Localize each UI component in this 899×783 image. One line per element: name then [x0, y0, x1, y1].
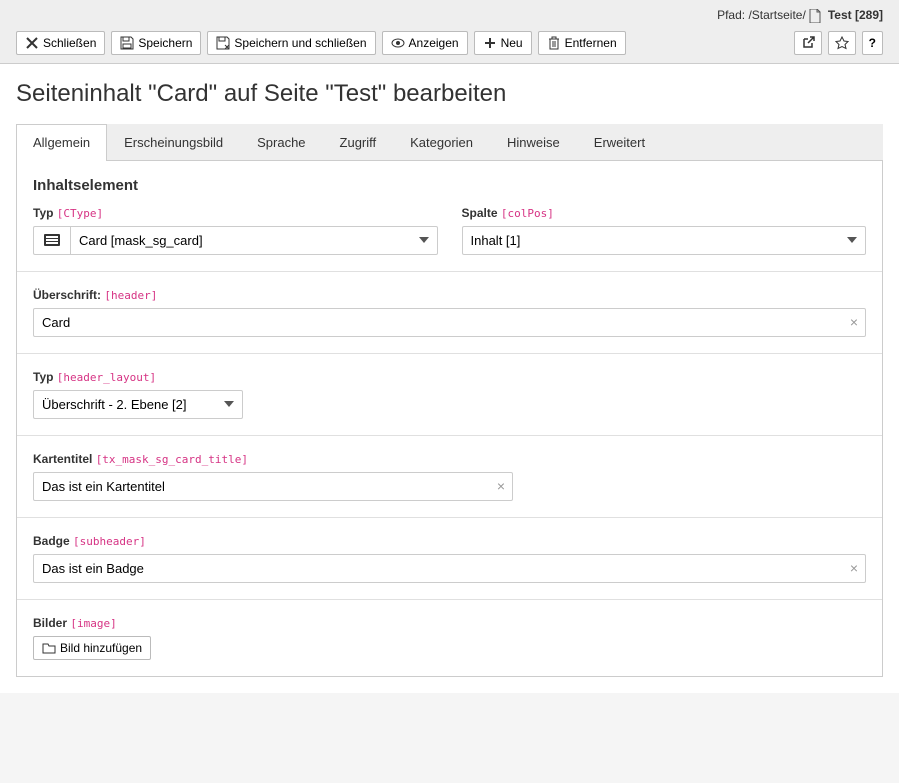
header-input[interactable] [33, 308, 866, 337]
save-close-icon [216, 36, 230, 50]
save-label: Speichern [138, 36, 192, 50]
new-button[interactable]: Neu [474, 31, 532, 55]
colpos-select[interactable]: Inhalt [1] [462, 226, 867, 255]
add-image-label: Bild hinzufügen [60, 641, 142, 655]
delete-label: Entfernen [565, 36, 617, 50]
header-clear[interactable]: × [850, 314, 858, 330]
plus-icon [483, 36, 497, 50]
ctype-icon [33, 226, 70, 255]
badge-clear[interactable]: × [850, 560, 858, 576]
breadcrumb-page[interactable]: Test [828, 8, 852, 22]
close-icon [25, 36, 39, 50]
tab-erweitert[interactable]: Erweitert [577, 124, 662, 160]
tabs: Allgemein Erscheinungsbild Sprache Zugri… [16, 124, 883, 161]
new-label: Neu [501, 36, 523, 50]
folder-icon [42, 641, 56, 655]
view-button[interactable]: Anzeigen [382, 31, 468, 55]
ctype-label: Typ [CType] [33, 206, 438, 220]
section-title: Inhaltselement [33, 177, 866, 194]
breadcrumb-root[interactable]: /Startseite/ [748, 8, 805, 22]
share-button[interactable] [794, 31, 822, 55]
page-title: Seiteninhalt "Card" auf Seite "Test" bea… [16, 80, 883, 108]
card-title-label: Kartentitel [tx_mask_sg_card_title] [33, 452, 866, 466]
header-layout-select[interactable]: Überschrift - 2. Ebene [2] [33, 390, 243, 419]
question-icon: ? [869, 36, 876, 50]
save-icon [120, 36, 134, 50]
close-label: Schließen [43, 36, 96, 50]
help-button[interactable]: ? [862, 31, 883, 55]
bookmark-button[interactable] [828, 31, 856, 55]
card-title-clear[interactable]: × [497, 478, 505, 494]
header-layout-label: Typ [header_layout] [33, 370, 866, 384]
page-icon [809, 9, 821, 23]
tab-sprache[interactable]: Sprache [240, 124, 322, 160]
tab-kategorien[interactable]: Kategorien [393, 124, 490, 160]
save-button[interactable]: Speichern [111, 31, 201, 55]
star-icon [835, 36, 849, 50]
save-close-label: Speichern und schließen [234, 36, 366, 50]
tab-allgemein[interactable]: Allgemein [16, 124, 107, 161]
trash-icon [547, 36, 561, 50]
tab-erscheinungsbild[interactable]: Erscheinungsbild [107, 124, 240, 160]
eye-icon [391, 36, 405, 50]
badge-label: Badge [subheader] [33, 534, 866, 548]
add-image-button[interactable]: Bild hinzufügen [33, 636, 151, 660]
breadcrumb-prefix: Pfad: [717, 8, 745, 22]
save-close-button[interactable]: Speichern und schließen [207, 31, 375, 55]
badge-input[interactable] [33, 554, 866, 583]
tab-zugriff[interactable]: Zugriff [323, 124, 394, 160]
image-label: Bilder [image] [33, 616, 866, 630]
close-button[interactable]: Schließen [16, 31, 105, 55]
breadcrumb-id: [289] [855, 8, 883, 22]
ctype-select[interactable]: Card [mask_sg_card] [70, 226, 438, 255]
colpos-label: Spalte [colPos] [462, 206, 867, 220]
breadcrumb: Pfad: /Startseite/ Test [289] [16, 8, 883, 23]
view-label: Anzeigen [409, 36, 459, 50]
external-link-icon [801, 36, 815, 50]
card-title-input[interactable] [33, 472, 513, 501]
header-label: Überschrift: [header] [33, 288, 866, 302]
delete-button[interactable]: Entfernen [538, 31, 626, 55]
tab-hinweise[interactable]: Hinweise [490, 124, 577, 160]
